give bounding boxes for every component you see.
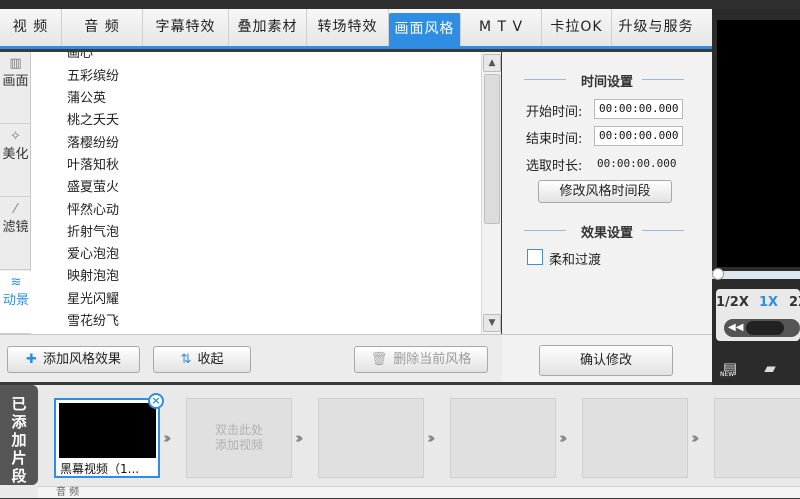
- open-folder-icon[interactable]: ▰: [758, 359, 782, 379]
- wand-sparkle-icon: ✧: [10, 129, 21, 144]
- effect-settings-title: 效果设置: [580, 226, 633, 241]
- end-time-label: 结束时间:: [526, 132, 583, 147]
- clip-name: 黑幕视频（1...: [60, 462, 140, 476]
- rewind-control[interactable]: ◀◀: [724, 319, 800, 337]
- sidetab-filter[interactable]: ⁄ 滤镜: [0, 198, 31, 270]
- start-time-label: 开始时间:: [526, 105, 583, 120]
- empty-slot[interactable]: [582, 398, 688, 478]
- tab-karaoke[interactable]: 卡拉OK: [542, 9, 612, 46]
- speed-half[interactable]: 1/2X: [716, 295, 749, 310]
- divider: [642, 79, 684, 80]
- scroll-down-icon[interactable]: ▼: [483, 314, 501, 332]
- audio-track: 音 频: [38, 486, 800, 498]
- wave-icon: ≋: [10, 275, 22, 290]
- video-preview: [717, 20, 800, 267]
- rewind-icon: ◀◀: [728, 322, 744, 333]
- start-time-field[interactable]: 00:00:00.000: [594, 99, 683, 119]
- clip-thumbnail: [59, 403, 156, 458]
- duration-label: 选取时长:: [526, 159, 583, 174]
- list-item[interactable]: 星光闪耀: [67, 289, 119, 311]
- list-item[interactable]: 爱心泡泡: [67, 244, 119, 266]
- delete-current-style-button[interactable]: 🗑 删除当前风格: [354, 346, 488, 373]
- clip-item[interactable]: 黑幕视频（1... ×: [54, 393, 164, 478]
- tab-mtv[interactable]: M T V: [461, 9, 542, 46]
- chevron-right-icon: ›››: [163, 429, 171, 447]
- speed-slider[interactable]: [746, 321, 784, 335]
- soft-transition-checkbox[interactable]: [527, 249, 543, 265]
- list-action-bar: ✚ 添加风格效果 ⇅ 收起 🗑 删除当前风格: [0, 334, 502, 382]
- list-item[interactable]: 盛夏萤火: [67, 177, 119, 199]
- confirm-modify-button[interactable]: 确认修改: [539, 345, 673, 376]
- list-item[interactable]: 桃之夭夭: [67, 110, 119, 132]
- add-video-hint: 双击此处 添加视频: [214, 423, 263, 452]
- tab-video[interactable]: 视 频: [0, 9, 62, 46]
- chevron-right-icon: ›››: [691, 429, 699, 447]
- end-time-field[interactable]: 00:00:00.000: [594, 126, 683, 146]
- new-project-icon[interactable]: ▤ NEW: [718, 359, 742, 379]
- confirm-bar: 确认修改: [502, 334, 712, 382]
- list-item[interactable]: 雪花纷飞: [67, 311, 119, 333]
- chevron-right-icon: ›››: [295, 429, 303, 447]
- tab-overlay-material[interactable]: 叠加素材: [229, 9, 307, 46]
- list-item[interactable]: 折射气泡: [67, 222, 119, 244]
- list-item[interactable]: 落樱纷纷: [67, 133, 119, 155]
- tab-transition-effects[interactable]: 转场特效: [307, 9, 389, 46]
- modify-style-time-button[interactable]: 修改风格时间段: [538, 180, 672, 203]
- collapse-icon: ⇅: [180, 352, 192, 367]
- list-item[interactable]: 蒲公英: [67, 88, 106, 110]
- sidetab-picture[interactable]: ▥ 画面: [0, 52, 31, 124]
- close-icon[interactable]: ×: [148, 393, 164, 409]
- scroll-up-icon[interactable]: ▲: [483, 54, 501, 72]
- side-category-tabs: ▥ 画面 ✧ 美化 ⁄ 滤镜 ≋ 动景: [0, 52, 32, 334]
- soft-transition-label[interactable]: 柔和过渡: [549, 249, 601, 268]
- sidetab-beautify[interactable]: ✧ 美化: [0, 125, 31, 197]
- add-video-slot[interactable]: 双击此处 添加视频: [186, 398, 292, 478]
- added-clips-label: 已添加片段: [0, 385, 38, 485]
- title-bar: [0, 0, 800, 9]
- list-item[interactable]: 映射泡泡: [67, 266, 119, 288]
- wand-icon: ⁄: [14, 202, 17, 217]
- empty-slot[interactable]: [318, 398, 424, 478]
- add-style-effect-button[interactable]: ✚ 添加风格效果: [7, 346, 140, 373]
- main-tabs: 视 频 音 频 字幕特效 叠加素材 转场特效 画面风格 M T V 卡拉OK 升…: [0, 9, 712, 49]
- scroll-thumb[interactable]: [484, 74, 500, 224]
- film-icon: ▥: [9, 56, 22, 71]
- speed-1x[interactable]: 1X: [759, 295, 778, 310]
- list-item[interactable]: 叶落知秋: [67, 155, 119, 177]
- settings-panel: 时间设置 开始时间: 00:00:00.000 结束时间: 00:00:00.0…: [502, 52, 712, 334]
- tab-picture-style[interactable]: 画面风格: [389, 13, 461, 46]
- tab-upgrade-service[interactable]: 升级与服务: [612, 9, 700, 46]
- speed-2x[interactable]: 2X: [789, 295, 800, 310]
- progress-knob[interactable]: [712, 268, 724, 280]
- tab-subtitle-effects[interactable]: 字幕特效: [143, 9, 229, 46]
- chevron-right-icon: ›››: [427, 429, 435, 447]
- time-settings-title: 时间设置: [580, 75, 633, 90]
- empty-slot[interactable]: [450, 398, 556, 478]
- sidetab-dynamic-scene[interactable]: ≋ 动景: [0, 271, 32, 334]
- speed-control: 1/2X 1X 2X ◀◀: [716, 289, 800, 341]
- effects-list: 画心 五彩缤纷 蒲公英 桃之夭夭 落樱纷纷 叶落知秋 盛夏萤火 怦然心动 折射气…: [31, 52, 501, 334]
- chevron-right-icon: ›››: [559, 429, 567, 447]
- duration-value: 00:00:00.000: [597, 157, 677, 170]
- list-item[interactable]: 怦然心动: [67, 200, 119, 222]
- magic-add-icon: ✚: [26, 352, 37, 367]
- list-item[interactable]: 五彩缤纷: [67, 66, 119, 88]
- tab-audio[interactable]: 音 频: [62, 9, 143, 46]
- clip-timeline: 已添加片段 黑幕视频（1... × ››› 双击此处 添加视频 ››› ››› …: [0, 385, 800, 498]
- playback-progress[interactable]: [712, 268, 800, 280]
- list-scrollbar[interactable]: ▲ ▼: [481, 52, 501, 334]
- divider: [642, 230, 684, 231]
- list-item[interactable]: 画心: [67, 52, 93, 65]
- preview-panel: 1/2X 1X 2X ◀◀ ▤NEW ▰: [712, 9, 800, 385]
- collapse-button[interactable]: ⇅ 收起: [153, 346, 251, 373]
- empty-slot[interactable]: [714, 398, 800, 478]
- trash-icon: 🗑: [370, 352, 388, 367]
